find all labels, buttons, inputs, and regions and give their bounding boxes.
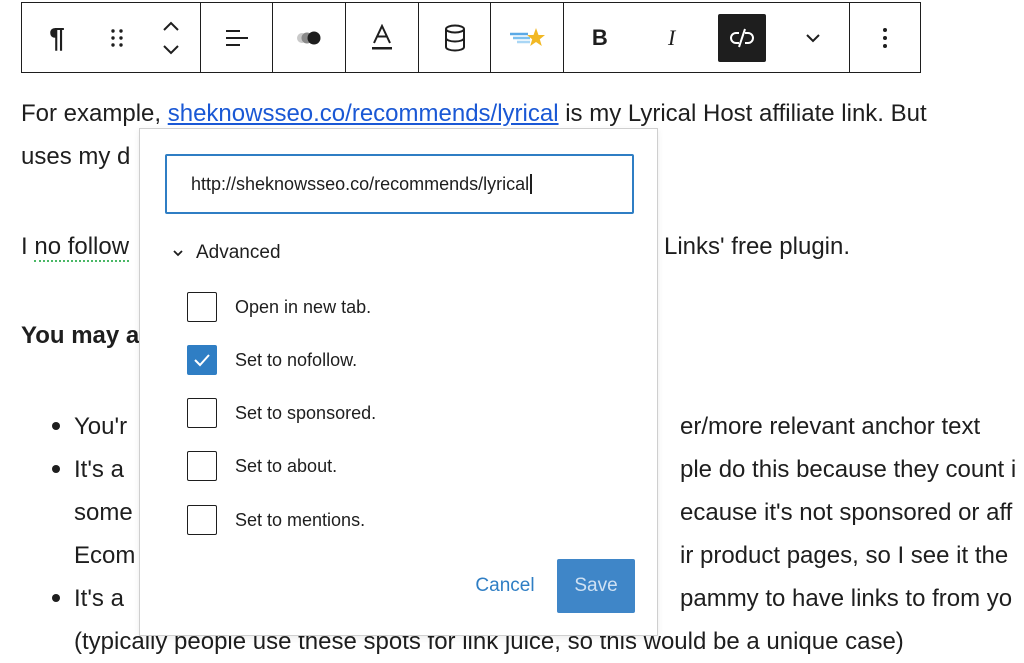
option-label: Set to mentions. bbox=[235, 509, 366, 530]
option-label: Open in new tab. bbox=[235, 296, 372, 317]
paragraph-2-suffix: Links' free plugin. bbox=[664, 233, 851, 260]
save-button[interactable]: Save bbox=[557, 559, 635, 613]
bullet-3-right: pammy to have links to from yo bbox=[680, 585, 1013, 612]
italic-icon: I bbox=[667, 24, 676, 50]
database-button[interactable] bbox=[419, 3, 490, 72]
chevron-down-icon bbox=[173, 250, 183, 257]
text-caret bbox=[530, 174, 532, 194]
option-label: Set to sponsored. bbox=[235, 402, 377, 423]
checkmark-icon bbox=[194, 354, 210, 367]
highlight-button[interactable] bbox=[273, 3, 345, 72]
bullet-1-left: You'r bbox=[74, 413, 128, 440]
bullet-2-line2-right: ecause it's not sponsored or aff bbox=[680, 499, 1013, 526]
more-formats-button[interactable] bbox=[777, 3, 849, 72]
align-button[interactable] bbox=[201, 3, 272, 72]
bullet-dot bbox=[52, 422, 60, 430]
advanced-toggle[interactable]: Advanced bbox=[172, 242, 281, 264]
unlink-button-bg bbox=[718, 13, 767, 62]
cancel-button[interactable]: Cancel bbox=[460, 559, 550, 613]
bold-icon: B bbox=[591, 24, 608, 50]
bullet-1-right: er/more relevant anchor text bbox=[680, 413, 981, 440]
align-group bbox=[201, 3, 273, 72]
bullet-3-left: It's a bbox=[74, 585, 124, 612]
option-label: Set to nofollow. bbox=[235, 349, 358, 370]
paragraph-1-text: For example, bbox=[21, 100, 168, 127]
move-buttons bbox=[142, 3, 200, 72]
more-options-button[interactable] bbox=[850, 3, 920, 72]
highlight-icon bbox=[297, 31, 321, 44]
text-color-icon bbox=[372, 23, 392, 49]
option-open-new-tab[interactable]: Open in new tab. bbox=[187, 292, 371, 322]
option-about[interactable]: Set to about. bbox=[187, 451, 337, 481]
url-input-value: http://sheknowsseo.co/recommends/lyrical bbox=[191, 173, 530, 194]
checkbox-about[interactable] bbox=[187, 451, 217, 481]
paragraph-2-text: I bbox=[21, 233, 35, 260]
paragraph-button[interactable]: ¶ bbox=[22, 3, 92, 72]
bullet-2-line2-left: some bbox=[74, 499, 133, 526]
checkbox-nofollow[interactable] bbox=[187, 345, 217, 375]
drag-handle[interactable] bbox=[92, 3, 142, 72]
format-group: B I bbox=[564, 3, 850, 72]
drag-handle-icon bbox=[111, 28, 123, 47]
paragraph-1-suffix: is my Lyrical Host affiliate link. But bbox=[558, 100, 927, 127]
plugin-button[interactable] bbox=[491, 3, 563, 72]
plugin-group bbox=[491, 3, 564, 72]
bullet-dot bbox=[52, 465, 60, 473]
text-color-button[interactable] bbox=[346, 3, 418, 72]
plugin-star-icon bbox=[510, 27, 545, 46]
affiliate-link[interactable]: sheknowsseo.co/recommends/lyrical bbox=[168, 100, 559, 127]
paragraph-2: I no follow Links' free plugin. bbox=[21, 225, 850, 268]
unlink-button[interactable] bbox=[708, 3, 778, 72]
move-up-icon[interactable] bbox=[161, 19, 181, 33]
block-toolbar: ¶ B I bbox=[21, 2, 921, 73]
more-options-icon bbox=[883, 27, 887, 48]
nofollow-highlight: no follow bbox=[34, 233, 130, 262]
highlight-group bbox=[273, 3, 346, 72]
italic-button[interactable]: I bbox=[636, 3, 708, 72]
bullet-2-left: It's a bbox=[74, 456, 124, 483]
bullet-dot bbox=[52, 594, 60, 602]
bullet-2-right: ple do this because they count i bbox=[680, 456, 1017, 483]
options-group bbox=[850, 3, 920, 72]
align-icon bbox=[225, 29, 248, 46]
database-icon bbox=[444, 24, 465, 52]
block-controls-group: ¶ bbox=[22, 3, 201, 72]
heading-you-may: You may a bbox=[21, 322, 140, 349]
checkbox-open-new-tab[interactable] bbox=[187, 292, 217, 322]
unlink-icon bbox=[730, 28, 755, 47]
option-nofollow[interactable]: Set to nofollow. bbox=[187, 345, 357, 375]
link-popover: http://sheknowsseo.co/recommends/lyrical… bbox=[139, 128, 658, 636]
option-mentions[interactable]: Set to mentions. bbox=[187, 505, 365, 535]
bullet-2-line3-right: ir product pages, so I see it the bbox=[680, 542, 1009, 569]
bold-button[interactable]: B bbox=[564, 3, 636, 72]
checkbox-mentions[interactable] bbox=[187, 505, 217, 535]
database-group bbox=[419, 3, 491, 72]
text-color-group bbox=[346, 3, 419, 72]
option-sponsored[interactable]: Set to sponsored. bbox=[187, 398, 376, 428]
move-down-icon[interactable] bbox=[161, 43, 181, 57]
paragraph-icon: ¶ bbox=[49, 21, 65, 53]
checkbox-sponsored[interactable] bbox=[187, 398, 217, 428]
chevron-down-icon bbox=[806, 33, 820, 42]
paragraph-1-line-2: uses my d bbox=[21, 143, 131, 170]
bullet-2-line3-left: Ecom bbox=[74, 542, 136, 569]
option-label: Set to about. bbox=[235, 455, 338, 476]
url-input[interactable]: http://sheknowsseo.co/recommends/lyrical bbox=[165, 154, 634, 214]
advanced-label: Advanced bbox=[196, 242, 281, 263]
